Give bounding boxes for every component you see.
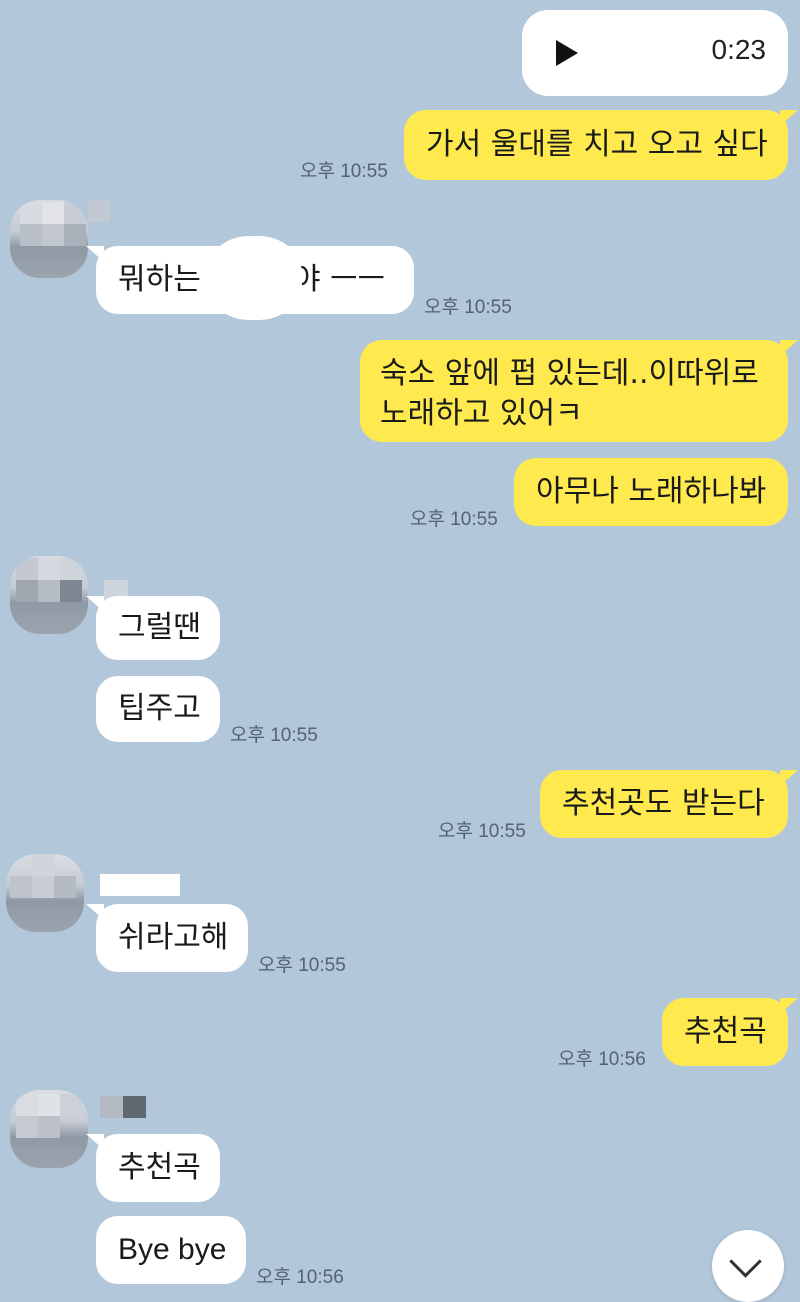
- other-message-bubble[interactable]: 쉬라고해: [86, 904, 248, 972]
- other-message-bubble[interactable]: 추천곡: [86, 1134, 220, 1202]
- message-text: 쉬라고해: [118, 920, 229, 955]
- message-time: 오후 10:55: [258, 955, 346, 976]
- message-time: 오후 10:56: [256, 1267, 344, 1288]
- message-time: 오후 10:55: [438, 821, 526, 842]
- my-message-bubble[interactable]: 추천곳도 받는다: [540, 770, 798, 838]
- chevron-down-icon: [729, 1245, 762, 1278]
- scroll-to-bottom-button[interactable]: [712, 1230, 784, 1302]
- other-message-bubble[interactable]: 팁주고: [96, 676, 220, 742]
- message-text: 추천곳도 받는다: [562, 786, 765, 821]
- message-text: 가서 울대를 치고 오고 싶다: [426, 127, 768, 162]
- message-time: 오후 10:55: [230, 725, 318, 746]
- message-line: 숙소 앞에 펍 있는데..이따위로: [380, 356, 759, 391]
- message-text: 추천곡: [118, 1150, 201, 1185]
- message-time: 오후 10:55: [300, 161, 388, 182]
- redaction-blur: [206, 236, 302, 320]
- message-text: 팁주고: [118, 691, 201, 726]
- voice-message-bubble[interactable]: 0:23: [522, 10, 788, 96]
- message-text-part: 뭐하는: [118, 262, 201, 297]
- voice-duration: 0:23: [711, 34, 767, 65]
- message-line: 노래하고 있어ㅋ: [380, 396, 583, 431]
- message-text: 그럴땐: [118, 610, 201, 645]
- other-message-bubble[interactable]: Bye bye: [96, 1216, 246, 1284]
- message-text-part: 야 ㅡㅡ: [292, 262, 386, 297]
- message-text: 추천곡: [684, 1014, 767, 1049]
- sender-name-redacted: [100, 1096, 146, 1118]
- my-message-bubble[interactable]: 추천곡: [662, 998, 798, 1066]
- avatar[interactable]: [10, 556, 88, 634]
- message-text: 아무나 노래하나봐: [536, 474, 767, 509]
- other-message-bubble[interactable]: 그럴땐: [86, 596, 220, 660]
- message-time: 오후 10:56: [558, 1049, 646, 1070]
- message-time: 오후 10:55: [424, 297, 512, 318]
- avatar[interactable]: [10, 1090, 88, 1168]
- sender-name-redacted: [88, 200, 110, 222]
- my-message-bubble[interactable]: 아무나 노래하나봐: [514, 458, 788, 526]
- my-message-bubble[interactable]: 가서 울대를 치고 오고 싶다: [404, 110, 798, 180]
- sender-name-redacted: [100, 874, 180, 896]
- message-text: Bye bye: [118, 1233, 227, 1266]
- my-message-bubble[interactable]: 숙소 앞에 펍 있는데..이따위로 노래하고 있어ㅋ: [360, 340, 798, 442]
- play-icon[interactable]: [556, 40, 578, 66]
- message-time: 오후 10:55: [410, 509, 498, 530]
- avatar[interactable]: [10, 200, 88, 278]
- avatar[interactable]: [6, 854, 84, 932]
